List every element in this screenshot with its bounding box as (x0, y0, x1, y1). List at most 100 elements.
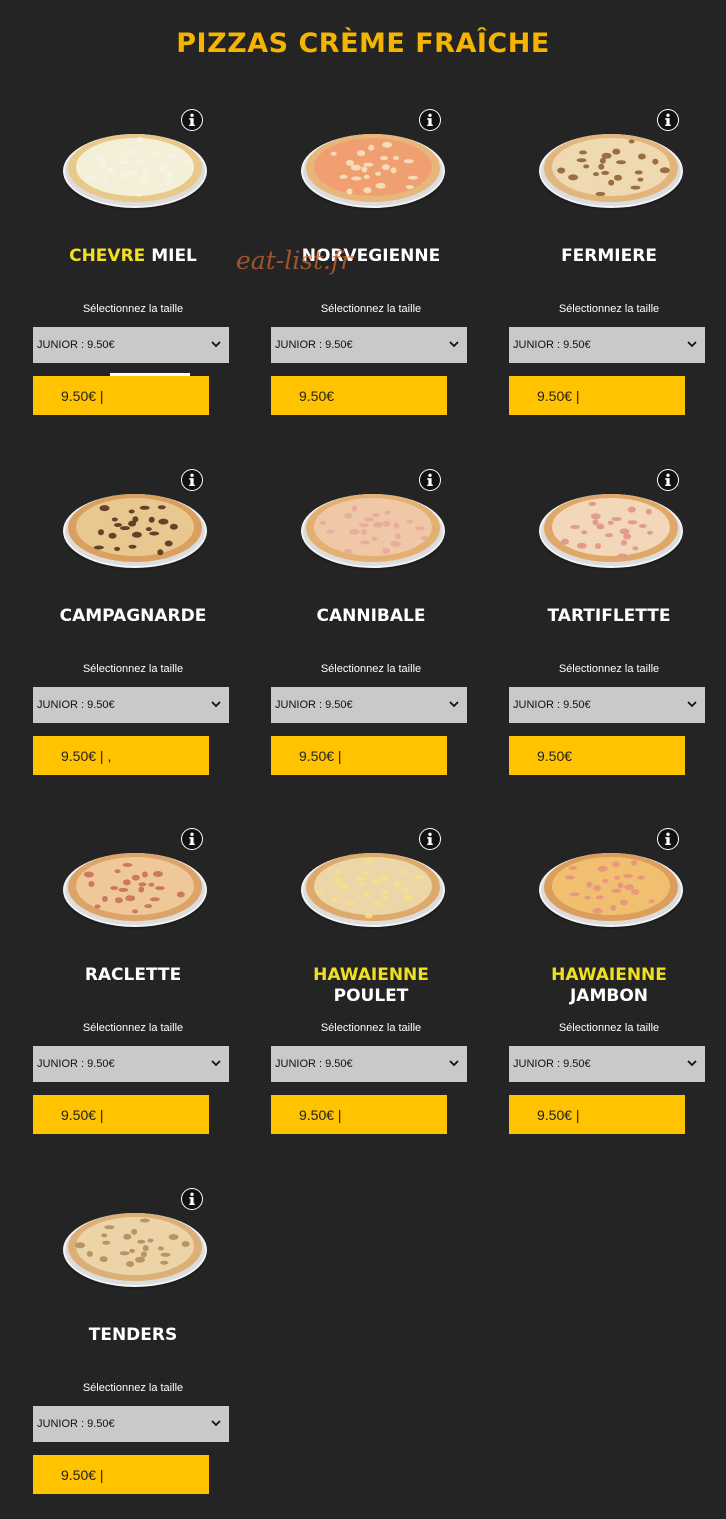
size-select-value: JUNIOR : 9.50€ (37, 1058, 115, 1070)
price-label: 9.50€ | (299, 1106, 342, 1123)
size-label: Sélectionnez la taille (320, 303, 422, 315)
size-select[interactable]: JUNIOR : 9.50€ (33, 1406, 229, 1442)
chevron-down-icon (211, 699, 221, 711)
chevron-down-icon (449, 339, 459, 351)
pizza-card: RACLETTE Sélectionnez la taille JUNIOR : 9… (33, 819, 283, 1159)
add-to-cart-button[interactable]: 9.50€ | (33, 376, 209, 415)
watermark: eat-list.fr (236, 246, 353, 275)
page-title: PIZZAS CRÈME FRAÎCHE (176, 28, 550, 59)
pizza-name-text: CANNIBALE (316, 606, 426, 626)
size-label: Sélectionnez la taille (82, 1022, 184, 1034)
size-label: Sélectionnez la taille (82, 1382, 184, 1394)
price-label: 9.50€ (299, 387, 335, 404)
size-select[interactable]: JUNIOR : 9.50€ (271, 1046, 467, 1082)
price-label: 9.50€ (537, 747, 573, 764)
info-icon[interactable] (181, 109, 203, 131)
size-select-value: JUNIOR : 9.50€ (37, 699, 115, 711)
size-select-value: JUNIOR : 9.50€ (275, 699, 353, 711)
size-select-value: JUNIOR : 9.50€ (275, 1058, 353, 1070)
chevron-down-icon (687, 1058, 697, 1070)
info-icon[interactable] (419, 469, 441, 491)
price-label: 9.50€ | (61, 387, 104, 404)
pizza-name: FERMIERE (521, 246, 697, 267)
pizza-name-highlight: HAWAIENNE (313, 965, 429, 985)
divider (110, 373, 190, 376)
size-select[interactable]: JUNIOR : 9.50€ (271, 687, 467, 723)
price-label: 9.50€ | (61, 1466, 104, 1483)
info-icon[interactable] (181, 1188, 203, 1210)
info-icon[interactable] (181, 469, 203, 491)
size-label: Sélectionnez la taille (558, 303, 660, 315)
info-icon[interactable] (419, 109, 441, 131)
size-select[interactable]: JUNIOR : 9.50€ (509, 327, 705, 363)
add-to-cart-button[interactable]: 9.50€ | , (33, 736, 209, 775)
size-label: Sélectionnez la taille (558, 663, 660, 675)
size-select[interactable]: JUNIOR : 9.50€ (271, 327, 467, 363)
size-select[interactable]: JUNIOR : 9.50€ (509, 687, 705, 723)
info-icon[interactable] (181, 828, 203, 850)
pizza-name-text: CAMPAGNARDE (59, 606, 207, 626)
pizza-name-text: TARTIFLETTE (547, 606, 671, 626)
size-select[interactable]: JUNIOR : 9.50€ (509, 1046, 705, 1082)
size-label: Sélectionnez la taille (82, 663, 184, 675)
pizza-card: HAWAIENNE POULET Sélectionnez la taille JUN… (271, 819, 521, 1159)
info-icon[interactable] (657, 109, 679, 131)
pizza-name-text: JAMBON (569, 986, 649, 1006)
pizza-name-highlight: HAWAIENNE (551, 965, 667, 985)
pizza-card: CANNIBALE Sélectionnez la taille JUNIOR : … (271, 460, 521, 800)
add-to-cart-button[interactable]: 9.50€ | (271, 1095, 447, 1134)
add-to-cart-button[interactable]: 9.50€ (271, 376, 447, 415)
price-label: 9.50€ | (61, 1106, 104, 1123)
price-label: 9.50€ | (299, 747, 342, 764)
price-label: 9.50€ | (537, 1106, 580, 1123)
info-icon[interactable] (419, 828, 441, 850)
chevron-down-icon (449, 699, 459, 711)
add-to-cart-button[interactable]: 9.50€ | (509, 1095, 685, 1134)
add-to-cart-button[interactable]: 9.50€ | (33, 1455, 209, 1494)
info-icon[interactable] (657, 828, 679, 850)
size-label: Sélectionnez la taille (320, 663, 422, 675)
size-label: Sélectionnez la taille (82, 303, 184, 315)
price-label: 9.50€ | , (61, 747, 112, 764)
pizza-name: CANNIBALE (283, 606, 459, 627)
pizza-card: CAMPAGNARDE Sélectionnez la taille JUNIOR … (33, 460, 283, 800)
pizza-name: CAMPAGNARDE (45, 606, 221, 627)
chevron-down-icon (211, 1418, 221, 1430)
pizza-name-text: MIEL (145, 246, 197, 266)
pizza-name-text: TENDERS (88, 1325, 178, 1345)
size-select[interactable]: JUNIOR : 9.50€ (33, 1046, 229, 1082)
pizza-card: TENDERS Sélectionnez la taille JUNIOR : 9.… (33, 1179, 283, 1519)
pizza-name: CHEVRE MIEL (45, 246, 221, 267)
info-icon[interactable] (657, 469, 679, 491)
pizza-name: HAWAIENNE POULET (283, 965, 459, 1007)
chevron-down-icon (449, 1058, 459, 1070)
size-label: Sélectionnez la taille (320, 1022, 422, 1034)
pizza-name: RACLETTE (45, 965, 221, 986)
size-select[interactable]: JUNIOR : 9.50€ (33, 687, 229, 723)
size-select-value: JUNIOR : 9.50€ (513, 339, 591, 351)
size-select-value: JUNIOR : 9.50€ (513, 699, 591, 711)
pizza-name: TENDERS (45, 1325, 221, 1346)
pizza-name-highlight: CHEVRE (69, 246, 146, 266)
size-select[interactable]: JUNIOR : 9.50€ (33, 327, 229, 363)
chevron-down-icon (687, 699, 697, 711)
add-to-cart-button[interactable]: 9.50€ (509, 736, 685, 775)
pizza-name: HAWAIENNE JAMBON (521, 965, 697, 1007)
add-to-cart-button[interactable]: 9.50€ | (509, 376, 685, 415)
size-select-value: JUNIOR : 9.50€ (513, 1058, 591, 1070)
add-to-cart-button[interactable]: 9.50€ | (33, 1095, 209, 1134)
pizza-name-text: FERMIERE (561, 246, 657, 266)
price-label: 9.50€ | (537, 387, 580, 404)
add-to-cart-button[interactable]: 9.50€ | (271, 736, 447, 775)
size-label: Sélectionnez la taille (558, 1022, 660, 1034)
size-select-value: JUNIOR : 9.50€ (37, 1418, 115, 1430)
size-select-value: JUNIOR : 9.50€ (37, 339, 115, 351)
chevron-down-icon (687, 339, 697, 351)
chevron-down-icon (211, 339, 221, 351)
chevron-down-icon (211, 1058, 221, 1070)
pizza-name-text: POULET (333, 986, 409, 1006)
pizza-name-text: RACLETTE (84, 965, 182, 985)
pizza-card: HAWAIENNE JAMBON Sélectionnez la taille JUN… (509, 819, 726, 1159)
pizza-card: FERMIERE Sélectionnez la taille JUNIOR : 9… (509, 100, 726, 440)
size-select-value: JUNIOR : 9.50€ (275, 339, 353, 351)
